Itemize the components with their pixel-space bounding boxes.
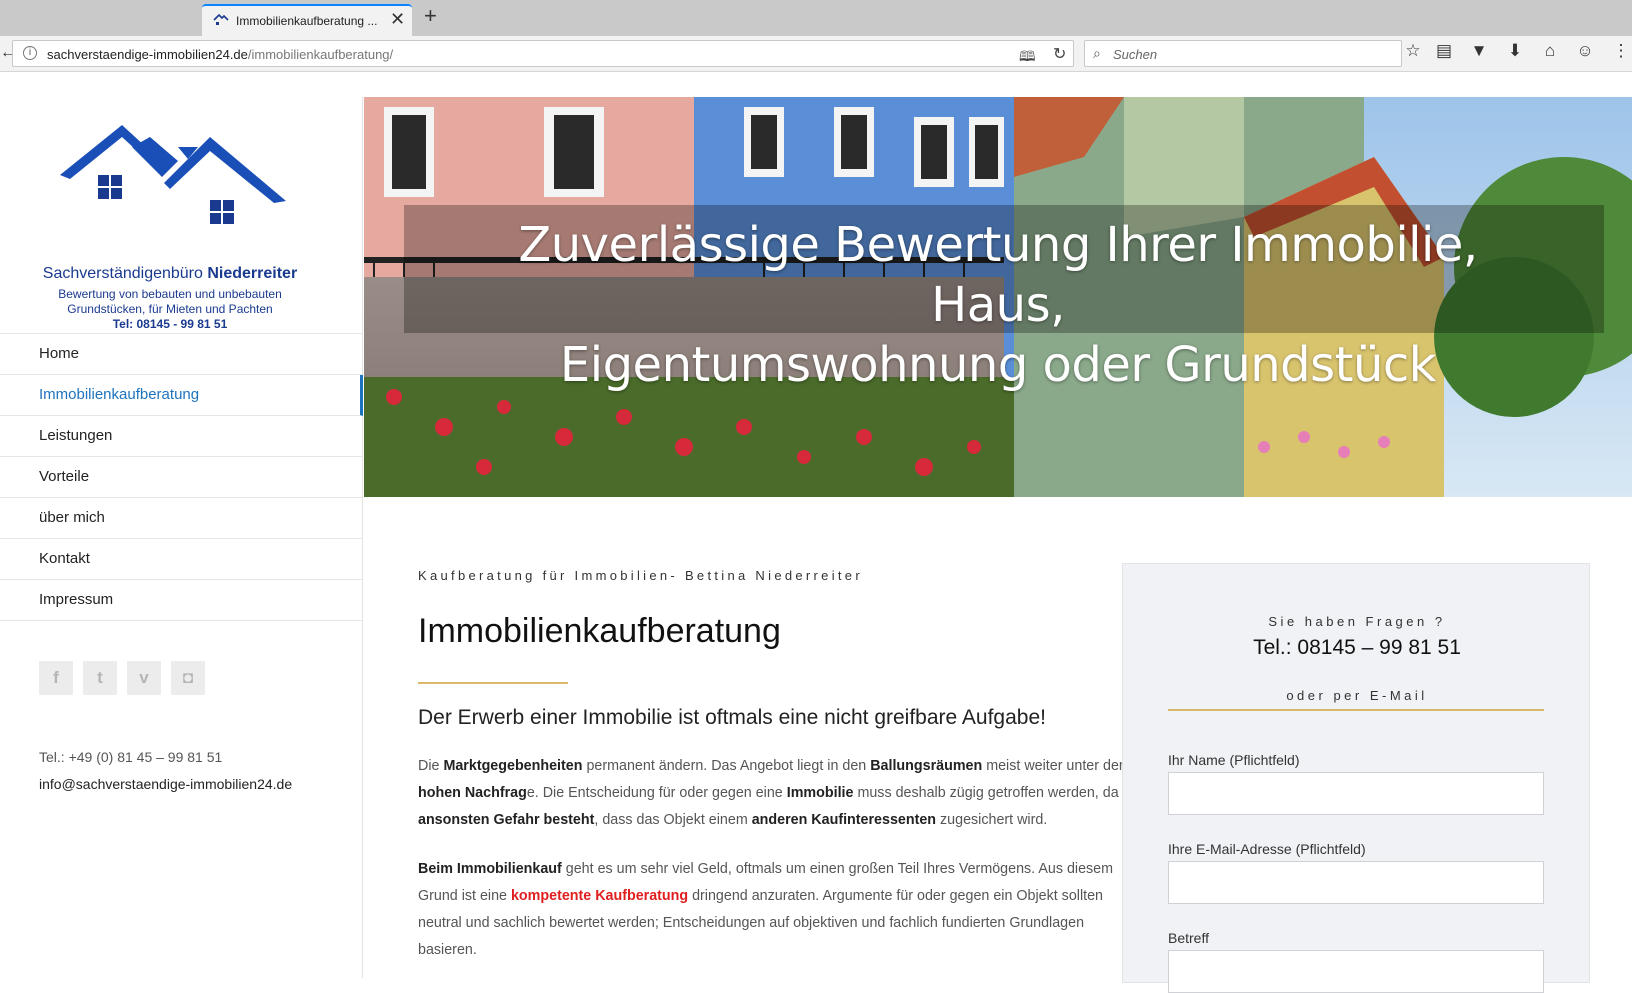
new-tab-button[interactable]: + — [424, 3, 437, 29]
text-run: muss deshalb zügig getroffen werden, da — [853, 785, 1119, 801]
widget-phone: Tel.: 08145 – 99 81 51 — [1253, 636, 1461, 659]
widget-divider — [1168, 709, 1544, 711]
page-kicker: Kaufberatung für Immobilien- Bettina Nie… — [418, 568, 863, 583]
menu-item-impressum[interactable]: Impressum — [0, 580, 363, 621]
search-bar[interactable]: ⌕ Suchen — [1084, 40, 1402, 67]
text-run: anderen Kaufinteressenten — [751, 812, 937, 828]
facebook-icon[interactable]: f — [39, 661, 73, 695]
email-field-label: Ihre E-Mail-Adresse (Pflichtfeld) — [1168, 841, 1366, 857]
menu-item-leistungen[interactable]: Leistungen — [0, 416, 363, 457]
house-logo-icon — [60, 125, 286, 224]
text-run: Die — [418, 758, 444, 774]
text-run: meist weiter unter der — [982, 758, 1124, 774]
text-run: Beim Immobilienkauf — [418, 861, 562, 877]
subject-field[interactable] — [1168, 950, 1544, 993]
menu-item-home[interactable]: Home — [0, 334, 363, 375]
logo-subtitle-2: Grundstücken, für Mieten und Pachten — [67, 302, 273, 316]
download-icon[interactable]: ⬇ — [1504, 41, 1526, 61]
menu-icon[interactable]: ⋮ — [1610, 41, 1632, 61]
name-field[interactable] — [1168, 772, 1544, 815]
hero-title: Zuverlässige Bewertung Ihrer Immobilie, … — [518, 217, 1478, 393]
site-favicon-icon — [213, 13, 229, 25]
contact-phone: Tel.: +49 (0) 81 45 – 99 81 51 — [39, 749, 223, 765]
reload-icon[interactable]: ↻ — [1053, 44, 1066, 64]
tab-close-icon[interactable]: ✕ — [390, 9, 405, 30]
text-run: permanent ändern. Das Angebot liegt in d… — [582, 758, 871, 774]
vimeo-icon[interactable]: v — [127, 661, 161, 695]
lead-text: Der Erwerb einer Immobilie ist oftmals e… — [418, 706, 1046, 729]
widget-question: Sie haben Fragen ? — [1268, 614, 1446, 629]
kaufberatung-link[interactable]: kompetente Kaufberatung — [511, 888, 688, 904]
email-field[interactable] — [1168, 861, 1544, 904]
menu-item-ueber-mich[interactable]: über mich — [0, 498, 363, 539]
contact-widget: Sie haben Fragen ? Tel.: 08145 – 99 81 5… — [1122, 563, 1590, 993]
browser-tab-bar: Immobilienkaufberatung ... ✕ + — [0, 0, 1632, 36]
instagram-icon[interactable]: ◘ — [171, 661, 205, 695]
browser-nav-bar: ← i sachverstaendige-immobilien24.de/imm… — [0, 36, 1632, 72]
text-run: hohen Nachfrag — [418, 785, 527, 801]
paragraph-1: Die Marktgegebenheiten permanent ändern.… — [418, 753, 1133, 834]
text-run: , dass das Objekt einem — [594, 812, 752, 828]
text-run: Ballungsräumen — [870, 758, 983, 774]
logo-phone: Tel: 08145 - 99 81 51 — [112, 317, 228, 331]
text-run: e. Die Entscheidung für oder gegen eine — [526, 785, 787, 801]
browser-tab[interactable]: Immobilienkaufberatung ... ✕ — [202, 4, 412, 36]
search-icon: ⌕ — [1093, 45, 1101, 61]
logo-subtitle-1: Bewertung von bebauten und unbebauten — [58, 287, 282, 301]
title-divider — [418, 682, 568, 684]
text-run: Immobilie — [786, 785, 854, 801]
reader-view-icon[interactable]: 🕮 — [1019, 46, 1036, 70]
paragraph-2: Beim Immobilienkauf geht es um sehr viel… — [418, 856, 1133, 964]
home-icon[interactable]: ⌂ — [1539, 41, 1561, 61]
menu-item-vorteile[interactable]: Vorteile — [0, 457, 363, 498]
reading-list-icon[interactable]: ▤ — [1433, 41, 1455, 61]
text-run: Marktgegebenheiten — [443, 758, 583, 774]
tab-title: Immobilienkaufberatung ... — [236, 14, 378, 28]
hero-banner: Zuverlässige Bewertung Ihrer Immobilie, … — [364, 97, 1632, 497]
main-menu: Home Immobilienkaufberatung Leistungen V… — [0, 333, 363, 621]
name-field-label: Ihr Name (Pflichtfeld) — [1168, 752, 1300, 768]
search-placeholder: Suchen — [1113, 47, 1158, 62]
sidebar: Sachverständigenbüro Niederreiter Bewert… — [0, 97, 363, 978]
twitter-icon[interactable]: t — [83, 661, 117, 695]
contact-email-link[interactable]: info@sachverstaendige-immobilien24.de — [39, 776, 292, 792]
pocket-icon[interactable]: ▼ — [1468, 41, 1490, 61]
company-logo[interactable]: Sachverständigenbüro Niederreiter Bewert… — [38, 125, 308, 331]
url-bar[interactable]: i sachverstaendige-immobilien24.de/immob… — [12, 40, 1074, 67]
menu-item-kontakt[interactable]: Kontakt — [0, 539, 363, 580]
info-icon[interactable]: i — [23, 46, 37, 60]
url-text: sachverstaendige-immobilien24.de/immobil… — [47, 47, 394, 62]
page-title: Immobilienkaufberatung — [418, 612, 781, 650]
menu-item-immobilienkaufberatung[interactable]: Immobilienkaufberatung — [0, 375, 363, 416]
text-run: zugesichert wird. — [936, 812, 1048, 828]
widget-or-mail: oder per E-Mail — [1286, 688, 1428, 703]
star-icon[interactable]: ☆ — [1402, 41, 1424, 61]
smiley-icon[interactable]: ☺ — [1574, 41, 1596, 61]
subject-field-label: Betreff — [1168, 930, 1209, 946]
logo-company-name: Sachverständigenbüro Niederreiter — [42, 265, 298, 282]
text-run: ansonsten Gefahr besteht — [418, 812, 595, 828]
